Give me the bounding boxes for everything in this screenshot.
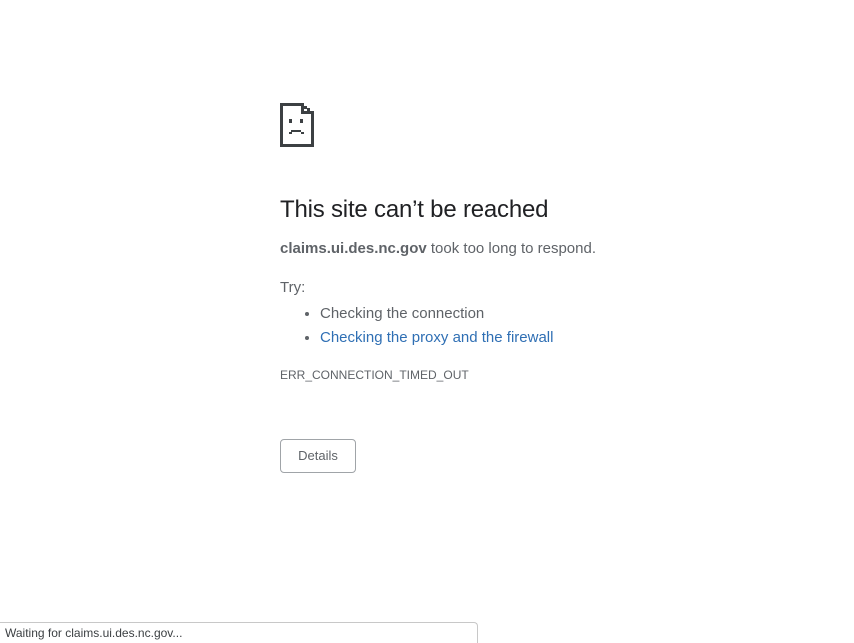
page-title: This site can’t be reached [280, 196, 549, 223]
suggestions-list: Checking the connection Checking the pro… [280, 302, 800, 350]
summary-text: took too long to respond. [426, 240, 597, 257]
browser-error-page: This site can’t be reached claims.ui.des… [0, 0, 854, 643]
details-button[interactable]: Details [280, 439, 356, 473]
suggestion-check-proxy-item: Checking the proxy and the firewall [320, 326, 800, 350]
host-name: claims.ui.des.nc.gov [280, 240, 427, 257]
suggestion-check-connection: Checking the connection [320, 302, 800, 326]
error-summary: claims.ui.des.nc.gov took too long to re… [280, 239, 800, 259]
status-bar: Waiting for claims.ui.des.nc.gov... [0, 622, 478, 643]
sad-page-icon [280, 103, 314, 147]
error-content: This site can’t be reached claims.ui.des… [280, 103, 800, 383]
try-label: Try: [280, 279, 306, 296]
check-proxy-firewall-link[interactable]: Checking the proxy and the firewall [320, 329, 553, 346]
error-code: ERR_CONNECTION_TIMED_OUT [280, 368, 469, 382]
